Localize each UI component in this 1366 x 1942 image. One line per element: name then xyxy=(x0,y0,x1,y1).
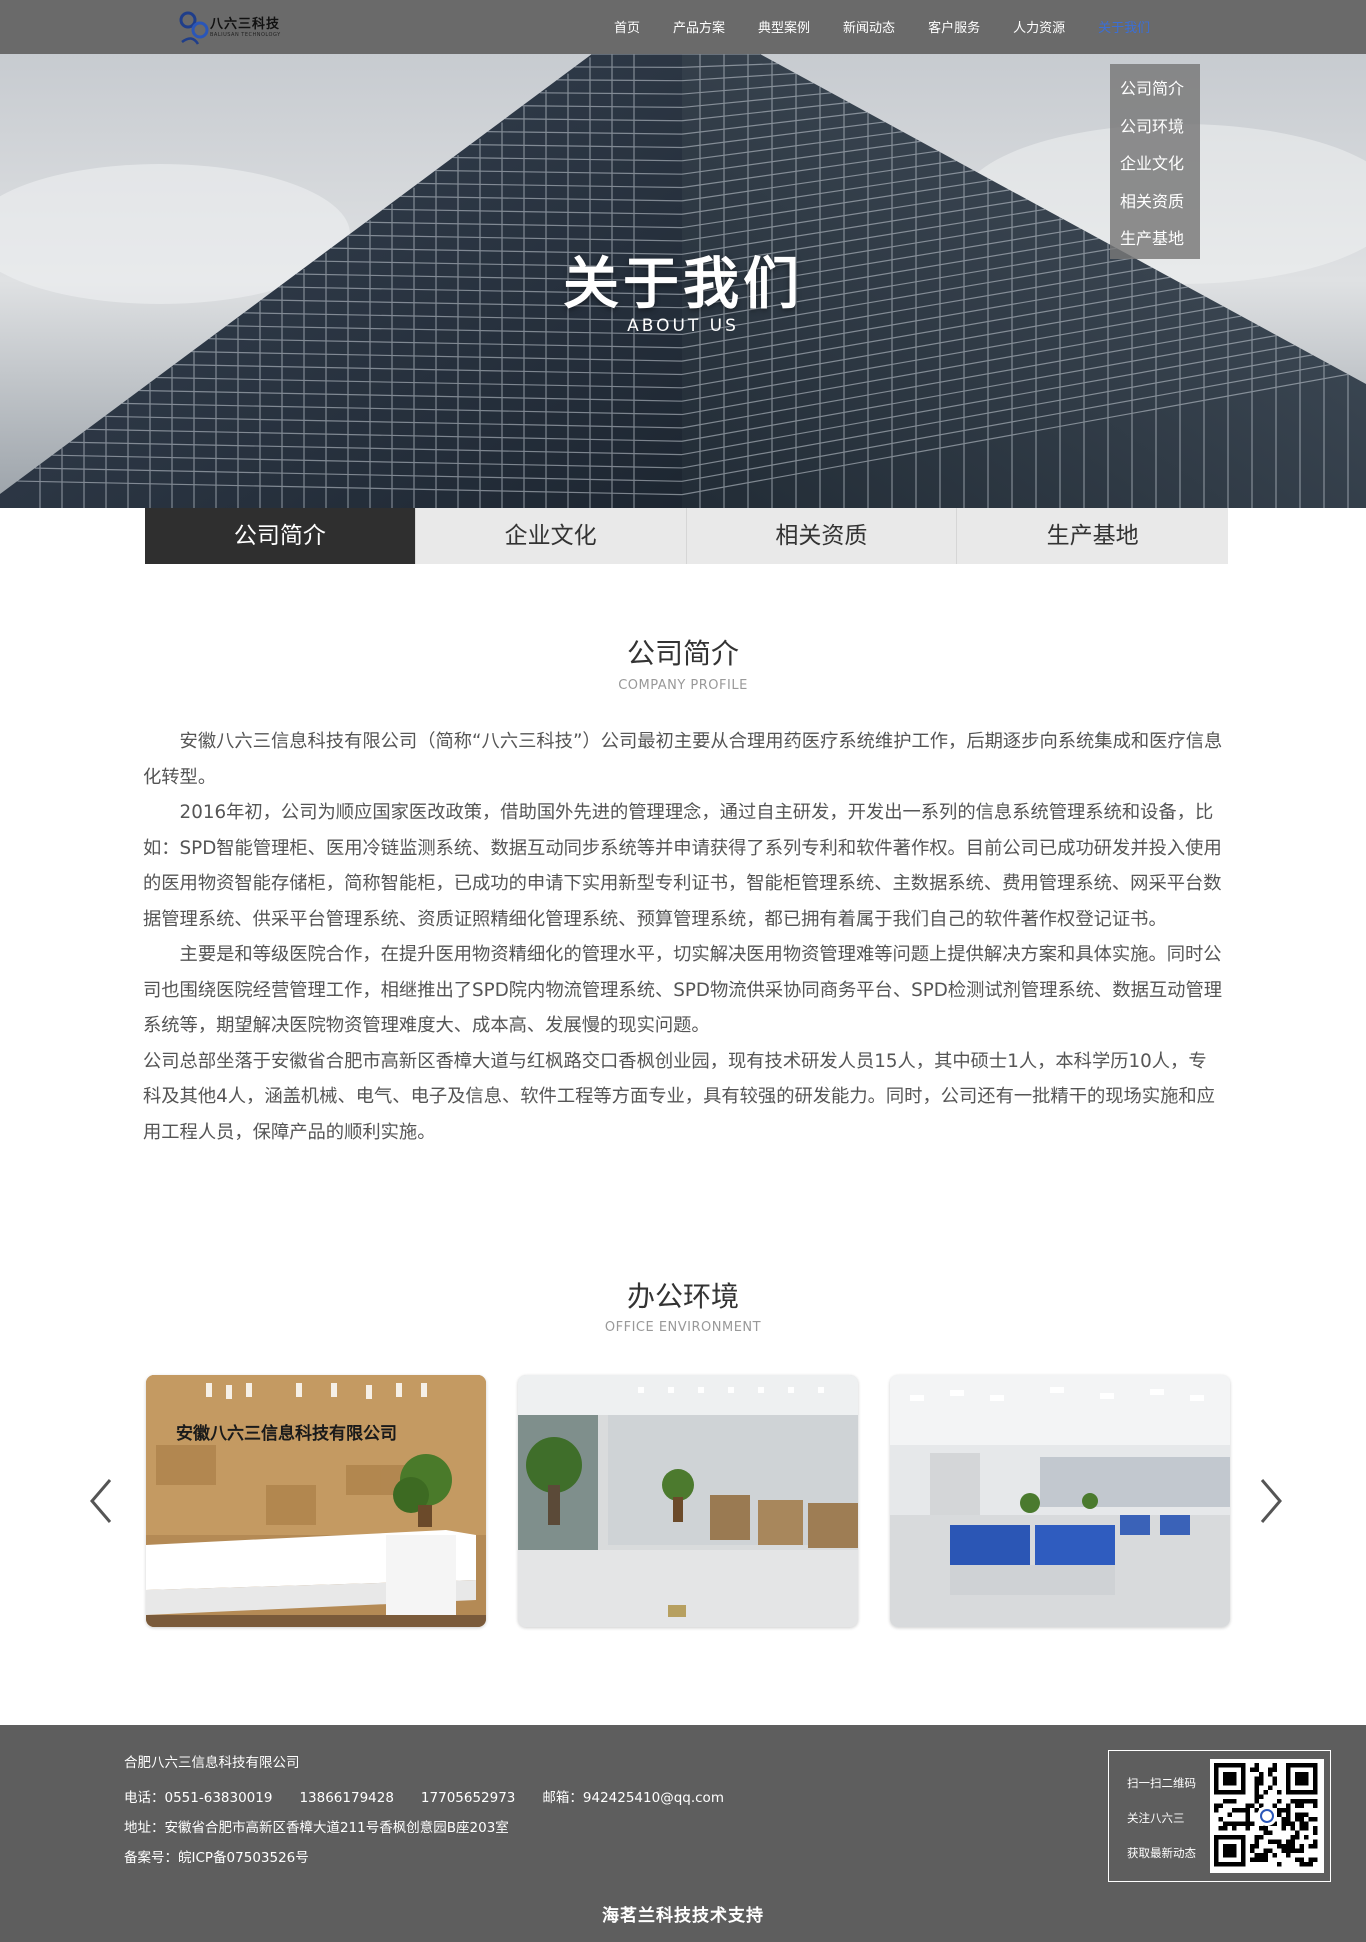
nav-news[interactable]: 新闻动态 xyxy=(843,0,895,54)
logo-text: 八六三科技 xyxy=(210,17,281,32)
hero-subtitle: ABOUT US xyxy=(627,316,739,336)
profile-title: 公司简介 xyxy=(626,637,739,670)
footer-icp[interactable]: 备案号：皖ICP备07503526号 xyxy=(124,1846,309,1866)
profile-paragraph: 主要是和等级医院合作，在提升医用物资精细化的管理水平，切实解决医用物资管理难等问… xyxy=(143,944,1223,1036)
dropdown-item-qualification[interactable]: 相关资质 xyxy=(1110,183,1200,221)
main-nav: 首页 产品方案 典型案例 新闻动态 客户服务 人力资源 关于我们 xyxy=(614,0,1183,54)
tab-qualification[interactable]: 相关资质 xyxy=(686,508,958,564)
profile-text: 安徽八六三信息科技有限公司（简称“八六三科技”）公司最初主要从合理用药医疗系统维… xyxy=(143,724,1223,1150)
office-photo-lounge[interactable] xyxy=(518,1375,858,1627)
tab-culture[interactable]: 企业文化 xyxy=(415,508,687,564)
site-footer: 合肥八六三信息科技有限公司 电话：0551-63830019 138661794… xyxy=(0,1725,1366,1942)
office-photo-workspace[interactable] xyxy=(890,1375,1230,1627)
prev-arrow-icon[interactable] xyxy=(86,1478,116,1524)
nav-home[interactable]: 首页 xyxy=(614,0,640,54)
dropdown-item-environment[interactable]: 公司环境 xyxy=(1110,108,1200,146)
qr-caption-1: 扫一扫二维码 xyxy=(1127,1776,1196,1790)
office-photo-reception[interactable]: 安徽八六三信息科技有限公司 xyxy=(146,1375,486,1627)
nav-service[interactable]: 客户服务 xyxy=(928,0,980,54)
footer-support: 海茗兰科技技术支持 xyxy=(602,1906,764,1926)
profile-paragraph: 公司总部坐落于安徽省合肥市高新区香樟大道与红枫路交口香枫创业园，现有技术研发人员… xyxy=(143,1050,1215,1143)
top-header: 八六三科技 BALIUSAN TECHNOLOGY 首页 产品方案 典型案例 新… xyxy=(0,0,1366,54)
dropdown-item-culture[interactable]: 企业文化 xyxy=(1110,145,1200,183)
logo-subtext: BALIUSAN TECHNOLOGY xyxy=(210,32,281,38)
company-logo[interactable]: 八六三科技 BALIUSAN TECHNOLOGY xyxy=(176,4,286,50)
nav-products[interactable]: 产品方案 xyxy=(673,0,725,54)
reception-sign-text: 安徽八六三信息科技有限公司 xyxy=(176,1423,397,1443)
next-arrow-icon[interactable] xyxy=(1256,1478,1286,1524)
nav-hr[interactable]: 人力资源 xyxy=(1013,0,1065,54)
footer-address: 地址：安徽省合肥市高新区香樟大道211号香枫创意园B座203室 xyxy=(124,1820,509,1836)
footer-contact: 电话：0551-63830019 13866179428 17705652973… xyxy=(124,1790,724,1806)
tab-profile[interactable]: 公司简介 xyxy=(145,508,416,564)
qr-caption-2: 关注八六三 xyxy=(1127,1811,1185,1825)
qr-caption-3: 获取最新动态 xyxy=(1127,1846,1196,1860)
nav-cases[interactable]: 典型案例 xyxy=(758,0,810,54)
nav-about[interactable]: 关于我们 xyxy=(1098,0,1150,54)
qr-code-icon xyxy=(1210,1759,1324,1873)
footer-company: 合肥八六三信息科技有限公司 xyxy=(124,1755,300,1771)
profile-paragraph: 安徽八六三信息科技有限公司（简称“八六三科技”）公司最初主要从合理用药医疗系统维… xyxy=(143,731,1223,788)
about-tabs: 公司简介 企业文化 相关资质 生产基地 xyxy=(145,508,1228,564)
about-dropdown-menu: 公司简介 公司环境 企业文化 相关资质 生产基地 xyxy=(1110,64,1200,259)
office-title: 办公环境 xyxy=(626,1280,739,1313)
dropdown-item-profile[interactable]: 公司简介 xyxy=(1110,70,1200,108)
office-gallery: 安徽八六三信息科技有限公司 xyxy=(146,1375,1230,1627)
dropdown-item-production[interactable]: 生产基地 xyxy=(1110,220,1200,258)
profile-subtitle: COMPANY PROFILE xyxy=(618,678,748,693)
office-subtitle: OFFICE ENVIRONMENT xyxy=(604,1320,762,1335)
profile-paragraph: 2016年初，公司为顺应国家医改政策，借助国外先进的管理理念，通过自主研发，开发… xyxy=(143,802,1222,930)
qr-panel: 扫一扫二维码 关注八六三 获取最新动态 xyxy=(1108,1750,1331,1882)
tab-production[interactable]: 生产基地 xyxy=(957,508,1228,564)
